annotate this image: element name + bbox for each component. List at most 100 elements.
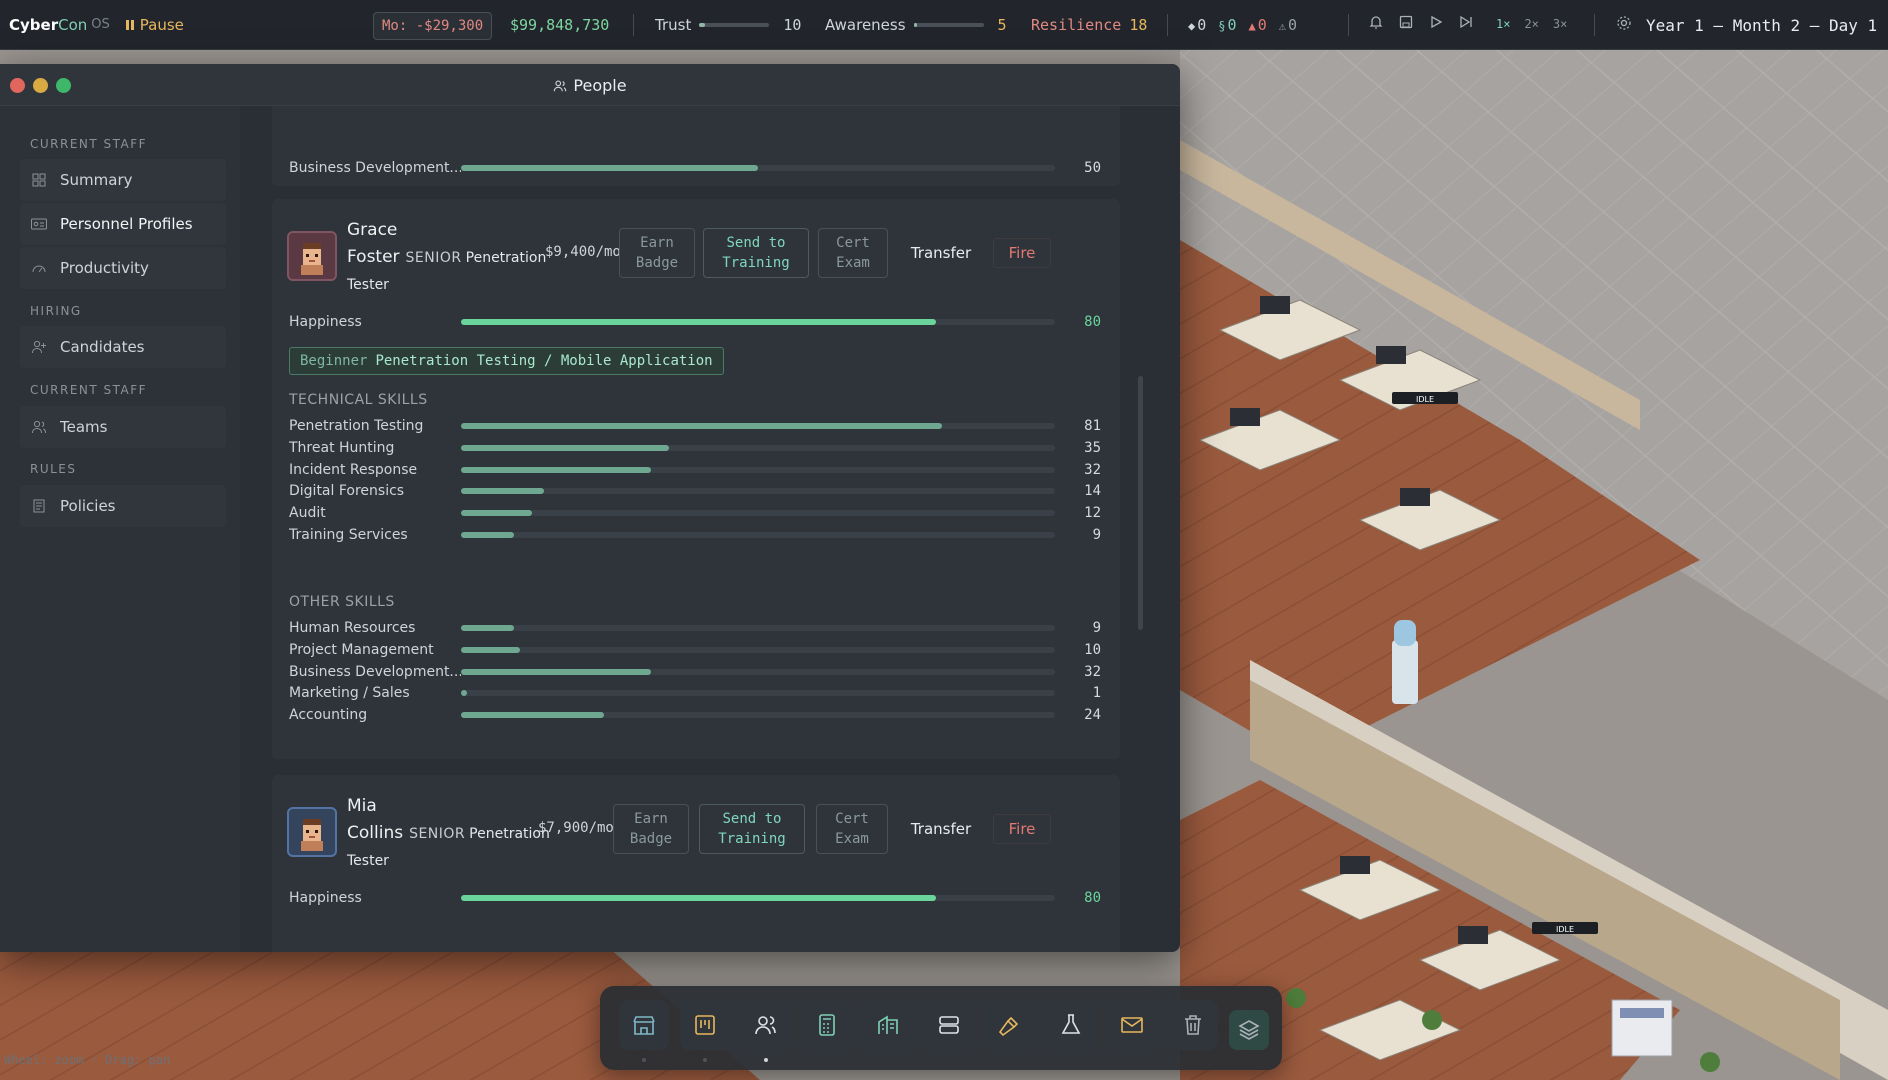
skill-fill <box>461 712 604 719</box>
button-label: Send to Training <box>718 811 786 847</box>
sidebar-section-hiring: HIRING <box>30 304 82 318</box>
avatar <box>287 231 337 281</box>
window-titlebar[interactable]: People <box>0 64 1180 106</box>
skill-name: Incident Response <box>289 461 418 478</box>
dock-calculator-button[interactable] <box>802 1000 852 1050</box>
window-title: People <box>0 76 1180 95</box>
settings-icon[interactable] <box>1616 15 1632 35</box>
fire-button[interactable]: Fire <box>993 238 1051 268</box>
skill-name: Accounting <box>289 707 368 724</box>
money-counter: § 0 <box>1218 16 1236 34</box>
save-icon[interactable] <box>1398 14 1414 34</box>
happiness-row: Happiness 80 <box>289 312 1119 332</box>
dock-trash-button[interactable] <box>1168 1000 1218 1050</box>
skill-fill <box>461 165 758 171</box>
dock-server-button[interactable] <box>924 1000 974 1050</box>
dock-mail-button[interactable] <box>1107 1000 1157 1050</box>
step-forward-icon[interactable] <box>1458 14 1474 34</box>
happiness-label: Happiness <box>289 314 362 330</box>
skill-bar <box>461 510 1055 517</box>
trust-gauge: Trust 10 <box>655 16 801 34</box>
skill-name: Audit <box>289 505 326 522</box>
profile-card-previous: Business Development... 50 <box>272 106 1120 186</box>
dock-layers-button[interactable] <box>1229 1010 1269 1050</box>
send-to-training-button[interactable]: Send to Training <box>699 804 805 854</box>
skill-bar <box>461 690 1055 697</box>
skill-name: Marketing / Sales <box>289 685 410 702</box>
send-to-training-button[interactable]: Send to Training <box>703 228 809 278</box>
transfer-button[interactable]: Transfer <box>901 238 981 268</box>
divider <box>1167 14 1168 36</box>
resilience-stat: Resilience 18 <box>1031 16 1147 34</box>
button-label: Cert Exam <box>836 235 870 271</box>
scrollbar-thumb[interactable] <box>1138 376 1143 630</box>
skill-fill <box>461 690 467 697</box>
game-controls <box>1368 14 1474 34</box>
earn-badge-button[interactable]: Earn Badge <box>613 804 689 854</box>
sidebar-item-candidates[interactable]: Candidates <box>20 326 226 368</box>
avatar-face-icon <box>301 819 323 851</box>
sidebar-item-policies[interactable]: Policies <box>20 485 226 527</box>
skill-fill <box>461 444 669 451</box>
earn-badge-button[interactable]: Earn Badge <box>619 228 695 278</box>
skill-bar <box>461 646 1055 653</box>
dock-people-button[interactable] <box>741 1000 791 1050</box>
cert-level: Beginner <box>300 353 368 369</box>
calculator-icon <box>819 1014 835 1036</box>
skill-name: Training Services <box>289 527 408 543</box>
dock-indicator-dot <box>642 1058 646 1062</box>
people-icon <box>554 80 567 92</box>
speed-1x-button[interactable]: 1× <box>1496 17 1510 31</box>
pause-icon <box>125 19 134 30</box>
store-icon <box>633 1016 655 1035</box>
happiness-fill <box>461 895 937 901</box>
skill-row: Marketing / Sales 1 <box>289 683 1119 703</box>
sidebar-item-label: Personnel Profiles <box>60 215 193 233</box>
profile-header: Grace Foster SENIOR Penetration Tester $9,… <box>287 217 1117 293</box>
monthly-balance: Mo: -$29,300 <box>373 12 493 40</box>
speed-3x-button[interactable]: 3× <box>1553 17 1567 31</box>
controls-hint: Wheel: zoom · Drag: pan <box>4 1053 171 1067</box>
divider <box>1348 14 1349 36</box>
skill-row: Business Development... 32 <box>289 662 1119 682</box>
trash-icon <box>1185 1015 1201 1035</box>
dock-flask-button[interactable] <box>1046 1000 1096 1050</box>
fire-button[interactable]: Fire <box>993 814 1051 844</box>
sidebar-item-productivity[interactable]: Productivity <box>20 247 226 289</box>
skill-name: Digital Forensics <box>289 483 405 500</box>
skill-row: Accounting 24 <box>289 705 1119 725</box>
pause-button[interactable]: Pause <box>125 16 184 34</box>
sidebar-item-teams[interactable]: Teams <box>20 406 226 448</box>
cert-exam-button[interactable]: Cert Exam <box>818 228 888 278</box>
skill-value: 81 <box>1084 418 1101 434</box>
dock-store-button[interactable] <box>619 1000 669 1050</box>
skill-name: Business Development... <box>289 663 461 680</box>
skill-bar <box>461 668 1055 675</box>
happiness-row: Happiness 80 <box>289 888 1119 908</box>
dock-hammer-button[interactable] <box>985 1000 1035 1050</box>
warning-count: 0 <box>1288 16 1298 34</box>
speed-2x-button[interactable]: 2× <box>1524 17 1538 31</box>
layers-icon <box>1238 1020 1260 1040</box>
sidebar-item-personnel-profiles[interactable]: Personnel Profiles <box>20 203 226 245</box>
skill-row: Penetration Testing 81 <box>289 416 1119 436</box>
skill-row: Business Development... 50 <box>289 158 1119 178</box>
skill-row: Incident Response 32 <box>289 460 1119 480</box>
happiness-value: 80 <box>1084 890 1101 906</box>
awareness-fill <box>913 23 918 27</box>
bell-icon[interactable] <box>1368 14 1384 34</box>
cert-exam-button[interactable]: Cert Exam <box>816 804 888 854</box>
skill-bar <box>461 488 1055 495</box>
dock-building-button[interactable] <box>863 1000 913 1050</box>
employee-rank: SENIOR <box>409 826 466 842</box>
transfer-button[interactable]: Transfer <box>901 814 981 844</box>
mail-icon <box>1121 1017 1143 1033</box>
game-date: Year 1 — Month 2 — Day 1 <box>1616 15 1877 35</box>
profiles-list[interactable]: Business Development... 50 Grace Foster … <box>252 106 1180 952</box>
skill-fill <box>461 466 652 473</box>
skill-row: Audit 12 <box>289 503 1119 523</box>
play-icon[interactable] <box>1428 14 1444 34</box>
dock-board-button[interactable] <box>680 1000 730 1050</box>
people-icon <box>755 1016 776 1035</box>
sidebar-item-summary[interactable]: Summary <box>20 159 226 201</box>
